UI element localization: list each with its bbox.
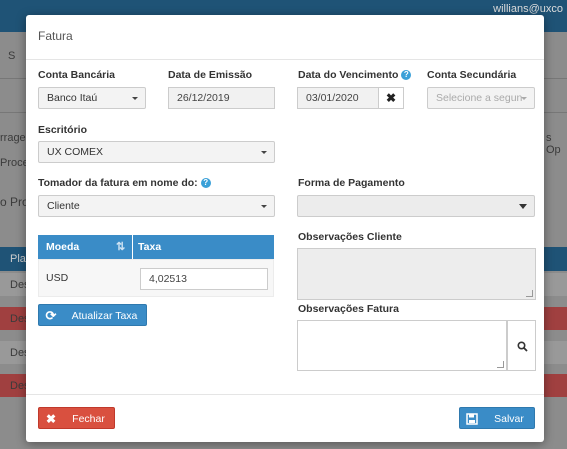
table-row: USD 4,02513 <box>38 259 274 297</box>
resize-handle-icon[interactable] <box>526 290 533 297</box>
obs-fatura-textarea[interactable] <box>297 320 507 371</box>
caret-down-icon <box>519 204 527 209</box>
bg-fragment: s Op <box>546 132 561 156</box>
fatura-modal: Fatura Conta Bancária Banco Itaú Data de… <box>26 15 544 442</box>
sort-icon[interactable]: ⇅ <box>116 240 125 253</box>
conta-secundaria-label: Conta Secundária <box>427 69 517 81</box>
forma-pagamento-label: Forma de Pagamento <box>298 177 405 189</box>
data-vencimento-field[interactable]: 03/01/2020 <box>297 87 379 109</box>
caret-down-icon <box>261 205 267 208</box>
conta-secundaria-placeholder: Selecione a segun <box>436 92 523 104</box>
caret-down-icon <box>261 151 267 154</box>
tomador-label: Tomador da fatura em nome do:? <box>38 177 211 189</box>
atualizar-taxa-button[interactable]: ⟳ Atualizar Taxa <box>38 304 147 326</box>
bg-fragment: S <box>8 50 16 62</box>
escritorio-label: Escritório <box>38 124 88 136</box>
tomador-value: Cliente <box>47 200 80 212</box>
tomador-label-text: Tomador da fatura em nome do: <box>38 177 198 189</box>
help-icon[interactable]: ? <box>401 70 412 81</box>
clear-date-button[interactable]: ✖ <box>378 87 404 109</box>
conta-bancaria-select[interactable]: Banco Itaú <box>38 87 146 109</box>
modal-footer-divider <box>26 394 544 395</box>
search-button[interactable] <box>507 320 536 371</box>
bg-fragment: o Pro <box>0 195 29 209</box>
atualizar-taxa-label: Atualizar Taxa <box>71 310 138 322</box>
escritorio-value: UX COMEX <box>47 146 104 158</box>
conta-secundaria-select[interactable]: Selecione a segun <box>427 87 535 109</box>
modal-title: Fatura <box>38 29 73 43</box>
fechar-label: Fechar <box>72 413 105 425</box>
obs-fatura-label: Observações Fatura <box>298 303 399 315</box>
modal-header-divider <box>26 59 544 60</box>
salvar-button[interactable]: Salvar <box>459 407 535 429</box>
taxa-input[interactable]: 4,02513 <box>140 268 268 290</box>
obs-cliente-textarea[interactable] <box>297 248 536 300</box>
caret-down-icon <box>132 97 138 100</box>
column-divider <box>132 235 133 259</box>
obs-cliente-label: Observações Cliente <box>298 231 402 243</box>
data-vencimento-label-text: Data do Vencimento <box>298 69 399 81</box>
bg-fragment: rrage <box>0 132 26 144</box>
tomador-select[interactable]: Cliente <box>38 195 275 217</box>
user-label[interactable]: willians@uxco <box>493 3 563 15</box>
save-icon <box>460 408 484 430</box>
close-icon: ✖ <box>45 412 57 426</box>
data-emissao-label: Data de Emissão <box>168 69 253 81</box>
help-icon[interactable]: ? <box>200 178 211 189</box>
caret-down-icon <box>521 97 527 100</box>
salvar-label: Salvar <box>494 413 524 425</box>
fechar-button[interactable]: ✖ Fechar <box>38 407 115 429</box>
bg-fragment: Pla <box>10 253 26 265</box>
moeda-cell: USD <box>46 272 69 284</box>
escritorio-select[interactable]: UX COMEX <box>38 141 275 163</box>
conta-bancaria-label: Conta Bancária <box>38 69 116 81</box>
forma-pagamento-select[interactable] <box>297 195 535 217</box>
data-emissao-field[interactable]: 26/12/2019 <box>168 87 275 109</box>
conta-bancaria-value: Banco Itaú <box>47 92 98 104</box>
column-header-moeda[interactable]: Moeda <box>46 241 79 253</box>
column-header-taxa[interactable]: Taxa <box>138 241 161 253</box>
resize-handle-icon[interactable] <box>497 361 504 368</box>
taxa-table-header: Moeda ⇅ Taxa <box>38 235 274 259</box>
search-icon <box>517 341 528 352</box>
data-vencimento-label: Data do Vencimento? <box>298 69 412 81</box>
refresh-icon: ⟳ <box>45 308 57 323</box>
